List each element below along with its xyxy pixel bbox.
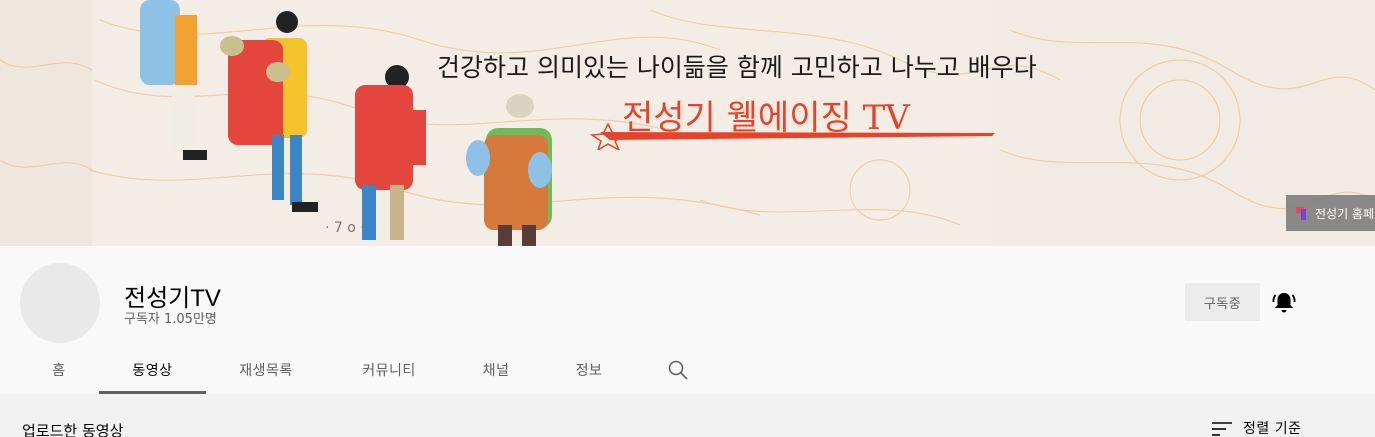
sort-label: 정렬 기준 xyxy=(1243,421,1302,437)
subscriber-count: 구독자 1.05만명 xyxy=(124,312,217,327)
tab-channels[interactable]: 채널 xyxy=(460,346,532,394)
tab-home[interactable]: 홈 xyxy=(20,346,98,394)
search-icon[interactable] xyxy=(666,358,690,382)
homepage-link-label: 전성기 홈페 xyxy=(1315,206,1375,221)
tab-community[interactable]: 커뮤니티 xyxy=(334,346,444,394)
homepage-link[interactable]: 전성기 홈페 xyxy=(1286,195,1375,231)
channel-tabs: 홈 동영상 재생목록 커뮤니티 채널 정보 xyxy=(0,346,1375,394)
banner-tagline: 건강하고 의미있는 나이듦을 함께 고민하고 나누고 배우다 xyxy=(437,53,1037,82)
homepage-logo-icon xyxy=(1296,206,1309,220)
section-title: 업로드한 동영상 xyxy=(22,422,124,437)
bell-icon[interactable] xyxy=(1271,291,1297,315)
channel-banner: · 7 o · 건강하고 의미있는 나이듦을 함께 고민하고 나누고 배우다 전… xyxy=(0,0,1375,246)
svg-text:· 7 o ·: · 7 o · xyxy=(325,220,365,236)
brand-underline-stroke xyxy=(589,122,995,150)
tab-about[interactable]: 정보 xyxy=(555,346,623,394)
videos-section: 업로드한 동영상 정렬 기준 xyxy=(0,394,1375,437)
channel-avatar[interactable] xyxy=(20,263,100,343)
subscribed-button[interactable]: 구독중 xyxy=(1185,283,1260,321)
sort-icon xyxy=(1212,422,1232,436)
sort-button[interactable]: 정렬 기준 xyxy=(1211,418,1301,437)
tab-videos[interactable]: 동영상 xyxy=(99,346,206,394)
tab-playlists[interactable]: 재생목록 xyxy=(212,346,320,394)
